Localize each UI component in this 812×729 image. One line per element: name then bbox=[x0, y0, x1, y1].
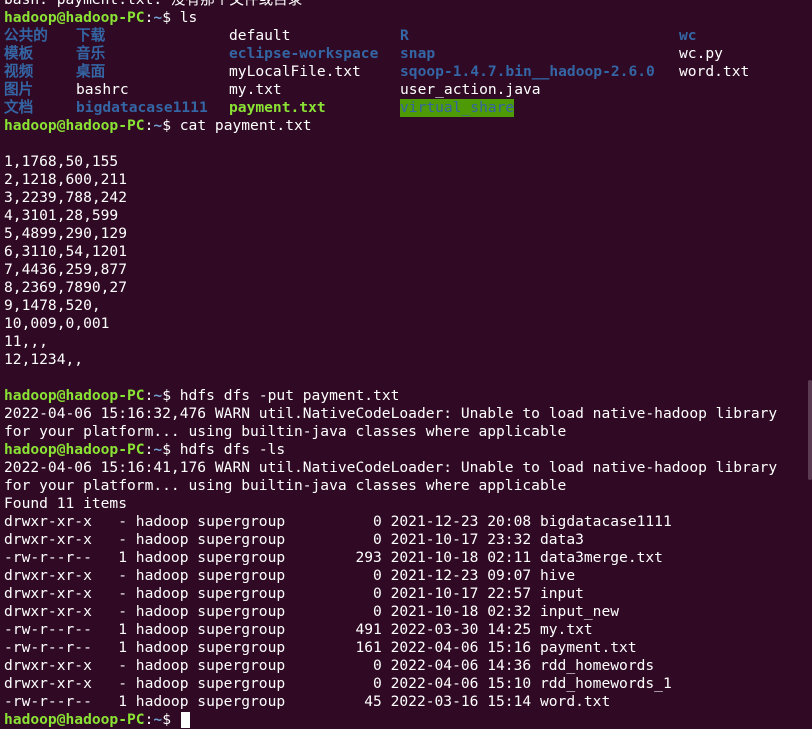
cat-output-line: 9,1478,520, bbox=[4, 297, 101, 314]
ls-entry: bashrc bbox=[76, 81, 129, 98]
prompt-path: ~ bbox=[153, 9, 163, 26]
prompt-line: hadoop@hadoop-PC:~$ cat payment.txt bbox=[4, 117, 312, 134]
cat-output-line: 11,,, bbox=[4, 333, 48, 350]
ls-entry: virtual_share bbox=[400, 99, 515, 117]
ls-entry: sqoop-1.4.7.bin__hadoop-2.6.0 bbox=[400, 63, 655, 80]
hdfs-listing-row: drwxr-xr-x - hadoop supergroup 0 2022-04… bbox=[4, 675, 672, 692]
hdfs-listing-row: -rw-r--r-- 1 hadoop supergroup 45 2022-0… bbox=[4, 693, 611, 710]
prompt-user: hadoop@hadoop-PC bbox=[4, 117, 145, 134]
prompt-suffix: $ bbox=[162, 117, 180, 134]
hdfs-listing-row: drwxr-xr-x - hadoop supergroup 0 2021-10… bbox=[4, 603, 620, 620]
warn-line: 2022-04-06 15:16:41,176 WARN util.Native… bbox=[4, 459, 778, 476]
prompt-path: ~ bbox=[153, 441, 163, 458]
hdfs-listing-row: drwxr-xr-x - hadoop supergroup 0 2022-04… bbox=[4, 657, 655, 674]
output-line: bash: payment.txt: 没有那个文件或目录 bbox=[0, 0, 812, 9]
found-items-line: Found 11 items bbox=[4, 495, 128, 512]
prompt-suffix: $ bbox=[162, 711, 180, 728]
prompt-user: hadoop@hadoop-PC bbox=[4, 711, 145, 728]
ls-row: 文档 bigdatacase1111 payment.txt virtual_s… bbox=[0, 99, 812, 117]
terminal-window[interactable]: bash: payment.txt: 没有那个文件或目录 hadoop@hado… bbox=[0, 0, 812, 729]
ls-row: 图片 bashrc my.txt user_action.java bbox=[0, 81, 812, 99]
ls-entry: 公共的 bbox=[4, 27, 48, 44]
scrollbar[interactable] bbox=[808, 380, 812, 480]
cat-output-line: 1,1768,50,155 bbox=[4, 153, 119, 170]
ls-entry: user_action.java bbox=[400, 81, 541, 98]
ls-entry: default bbox=[229, 27, 291, 44]
cat-output-line: 4,3101,28,599 bbox=[4, 207, 119, 224]
ls-entry: my.txt bbox=[229, 81, 282, 98]
ls-entry: eclipse-workspace bbox=[229, 45, 379, 62]
cat-output-line: 5,4899,290,129 bbox=[4, 225, 128, 242]
cat-output-line: 3,2239,788,242 bbox=[4, 189, 128, 206]
hdfs-listing-row: -rw-r--r-- 1 hadoop supergroup 161 2022-… bbox=[4, 639, 637, 656]
command-text: hdfs dfs -ls bbox=[179, 441, 286, 458]
ls-entry: myLocalFile.txt bbox=[229, 63, 361, 80]
cat-output-line: 8,2369,7890,27 bbox=[4, 279, 128, 296]
warn-line: for your platform... using builtin-java … bbox=[4, 423, 567, 440]
hdfs-listing-row: -rw-r--r-- 1 hadoop supergroup 491 2022-… bbox=[4, 621, 593, 638]
prompt-line: hadoop@hadoop-PC:~$ hdfs dfs -ls bbox=[4, 441, 286, 458]
ls-row: 公共的 下载 default R wc bbox=[0, 27, 812, 45]
prompt-path: ~ bbox=[153, 711, 163, 728]
ls-entry: 下载 bbox=[76, 27, 106, 44]
cat-output-line: 10,009,0,001 bbox=[4, 315, 110, 332]
ls-entry: word.txt bbox=[679, 63, 750, 80]
ls-entry: wc.py bbox=[679, 45, 723, 62]
cat-output-line: 6,3110,54,1201 bbox=[4, 243, 128, 260]
hdfs-listing-row: drwxr-xr-x - hadoop supergroup 0 2021-12… bbox=[4, 567, 576, 584]
ls-entry: payment.txt bbox=[229, 99, 326, 116]
command-text: cat payment.txt bbox=[179, 117, 312, 134]
hdfs-listing-row: drwxr-xr-x - hadoop supergroup 0 2021-10… bbox=[4, 531, 584, 548]
ls-entry: R bbox=[400, 27, 409, 44]
prompt-suffix: $ bbox=[162, 441, 180, 458]
text-cursor[interactable] bbox=[180, 712, 190, 728]
ls-entry: bigdatacase1111 bbox=[76, 99, 208, 116]
prompt-path: ~ bbox=[153, 117, 163, 134]
hdfs-listing-row: -rw-r--r-- 1 hadoop supergroup 293 2021-… bbox=[4, 549, 663, 566]
hdfs-listing-row: drwxr-xr-x - hadoop supergroup 0 2021-12… bbox=[4, 513, 672, 530]
hdfs-listing-row: drwxr-xr-x - hadoop supergroup 0 2021-10… bbox=[4, 585, 584, 602]
prompt-user: hadoop@hadoop-PC bbox=[4, 387, 145, 404]
prompt-path: ~ bbox=[153, 387, 163, 404]
ls-entry: snap bbox=[400, 45, 436, 62]
ls-entry: 音乐 bbox=[76, 45, 106, 62]
prompt-suffix: $ bbox=[162, 387, 180, 404]
ls-row: 视频 桌面 myLocalFile.txt sqoop-1.4.7.bin__h… bbox=[0, 63, 812, 81]
ls-row: 模板 音乐 eclipse-workspace snap wc.py bbox=[0, 45, 812, 63]
prompt-suffix: $ bbox=[162, 9, 180, 26]
ls-entry: 桌面 bbox=[76, 63, 106, 80]
command-text: ls bbox=[179, 9, 198, 26]
prompt-line[interactable]: hadoop@hadoop-PC:~$ bbox=[0, 711, 812, 729]
ls-entry: wc bbox=[679, 27, 697, 44]
cat-output-line: 12,1234,, bbox=[4, 351, 84, 368]
error-output: bash: payment.txt: 没有那个文件或目录 bbox=[4, 0, 302, 8]
ls-entry: 文档 bbox=[4, 99, 34, 116]
warn-line: 2022-04-06 15:16:32,476 WARN util.Native… bbox=[4, 405, 778, 422]
command-text: hdfs dfs -put payment.txt bbox=[179, 387, 400, 404]
prompt-line: hadoop@hadoop-PC:~$ ls bbox=[4, 9, 198, 26]
ls-entry: 视频 bbox=[4, 63, 34, 80]
prompt-line: hadoop@hadoop-PC:~$ hdfs dfs -put paymen… bbox=[4, 387, 400, 404]
ls-entry: 图片 bbox=[4, 81, 34, 98]
prompt-user: hadoop@hadoop-PC bbox=[4, 9, 145, 26]
cat-output-line: 2,1218,600,211 bbox=[4, 171, 128, 188]
prompt-user: hadoop@hadoop-PC bbox=[4, 441, 145, 458]
cat-output-line: 7,4436,259,877 bbox=[4, 261, 128, 278]
warn-line: for your platform... using builtin-java … bbox=[4, 477, 567, 494]
ls-entry: 模板 bbox=[4, 45, 34, 62]
